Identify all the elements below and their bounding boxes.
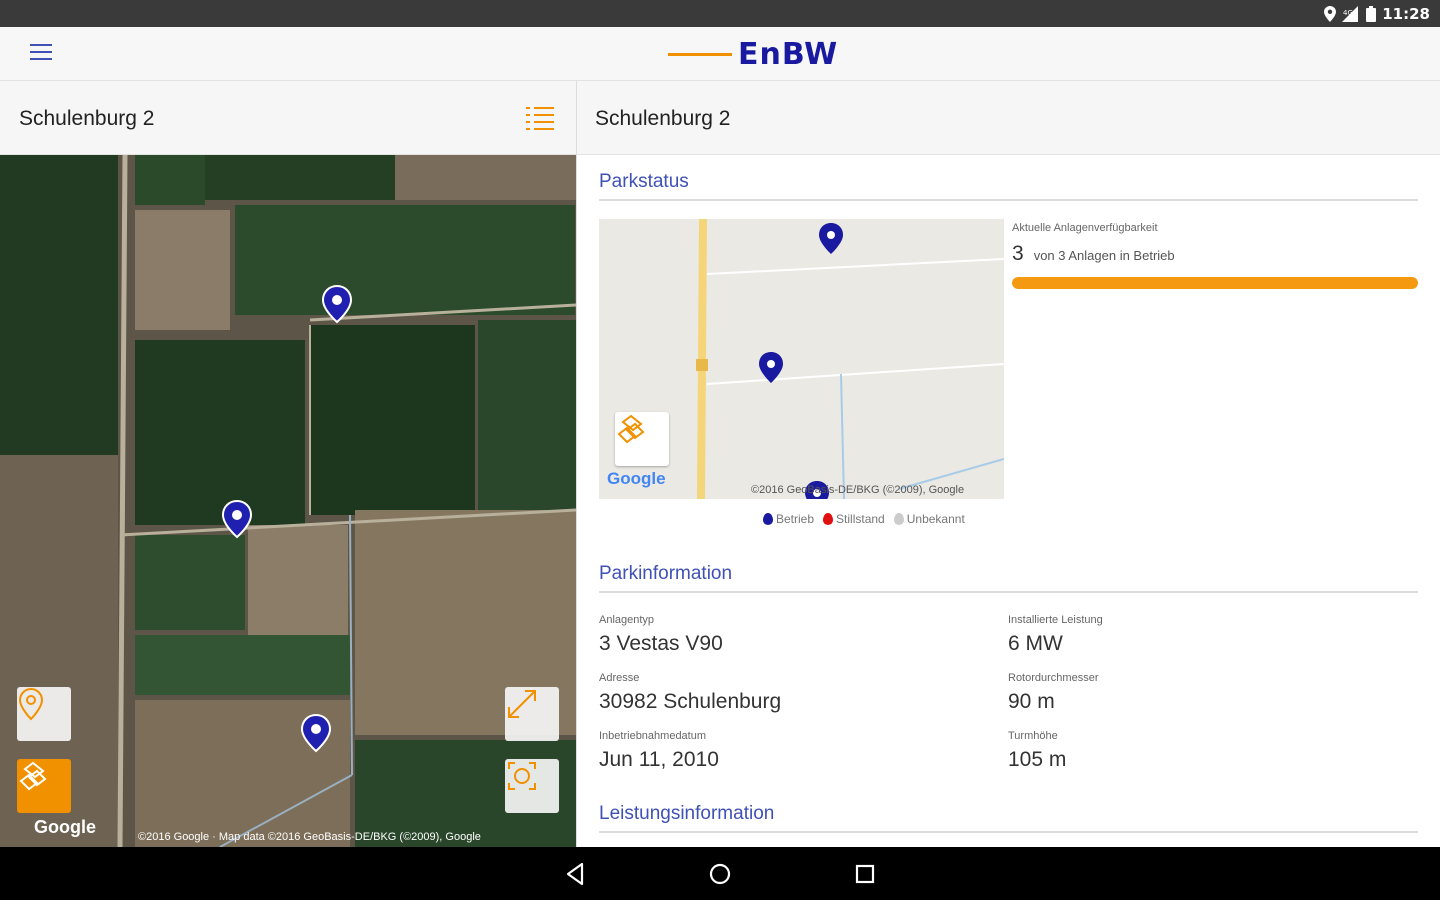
leistungsinformation-rule bbox=[599, 831, 1418, 833]
info-label: Installierte Leistung bbox=[1008, 614, 1103, 626]
brand-text: EnBW bbox=[738, 36, 839, 72]
brand-line bbox=[668, 52, 732, 56]
location-icon bbox=[1324, 5, 1337, 22]
back-icon[interactable] bbox=[562, 860, 590, 888]
fullscreen-button[interactable] bbox=[505, 687, 559, 741]
map-pane: Schulenburg 2 Google ©2016 Google · Map … bbox=[0, 81, 576, 847]
layers-icon bbox=[617, 414, 645, 444]
recenter-icon bbox=[508, 762, 536, 790]
parkinformation-rule bbox=[599, 591, 1418, 593]
info-value: Jun 11, 2010 bbox=[599, 748, 719, 771]
google-logo: Google bbox=[607, 469, 666, 488]
info-value: 90 m bbox=[1008, 690, 1055, 713]
legend-label: Unbekannt bbox=[906, 512, 965, 526]
app-bar: EnBW bbox=[0, 27, 1440, 81]
info-rotordurchmesser: Rotordurchmesser 90 m bbox=[1008, 672, 1098, 714]
details-pane-title: Schulenburg 2 bbox=[595, 107, 731, 130]
availability-line: 3 von 3 Anlagen in Betrieb bbox=[1012, 242, 1175, 266]
google-logo: Google bbox=[34, 817, 96, 837]
legend-item-unbekannt: Unbekannt bbox=[893, 512, 965, 526]
availability-label: Aktuelle Anlagenverfügbarkeit bbox=[1012, 222, 1158, 234]
info-adresse: Adresse 30982 Schulenburg bbox=[599, 672, 781, 714]
legend-item-betrieb: Betrieb bbox=[763, 512, 814, 526]
info-label: Turmhöhe bbox=[1008, 730, 1058, 742]
info-turmhoehe: Turmhöhe 105 m bbox=[1008, 730, 1066, 772]
satellite-imagery bbox=[0, 155, 576, 847]
availability-text: von 3 Anlagen in Betrieb bbox=[1033, 248, 1175, 263]
expand-icon bbox=[508, 690, 536, 718]
info-label: Anlagentyp bbox=[599, 614, 655, 626]
info-value: 6 MW bbox=[1008, 632, 1063, 655]
availability-progress-fill bbox=[1012, 277, 1418, 289]
info-label: Adresse bbox=[599, 672, 640, 684]
home-icon[interactable] bbox=[706, 860, 734, 888]
legend-item-stillstand: Stillstand bbox=[823, 512, 885, 526]
status-icons: 4G 11:28 bbox=[1324, 4, 1430, 23]
recents-icon[interactable] bbox=[851, 860, 879, 888]
navigation-bar bbox=[0, 847, 1440, 900]
status-time: 11:28 bbox=[1382, 4, 1430, 23]
info-label: Rotordurchmesser bbox=[1008, 672, 1099, 684]
mini-map-layer-button[interactable] bbox=[615, 412, 669, 466]
availability-count: 3 bbox=[1012, 242, 1024, 265]
legend-label: Betrieb bbox=[776, 512, 815, 526]
recenter-button[interactable] bbox=[505, 759, 559, 813]
info-value: 105 m bbox=[1008, 748, 1067, 771]
list-icon[interactable] bbox=[526, 105, 554, 131]
brand-logo: EnBW bbox=[668, 36, 839, 72]
parkinformation-heading: Parkinformation bbox=[599, 563, 733, 584]
map-pane-title: Schulenburg 2 bbox=[19, 107, 155, 130]
info-anlagentyp: Anlagentyp 3 Vestas V90 bbox=[599, 614, 723, 656]
info-label: Inbetriebnahmedatum bbox=[599, 730, 707, 742]
satellite-map[interactable]: Google ©2016 Google · Map data ©2016 Geo… bbox=[0, 155, 576, 847]
hamburger-menu-icon[interactable] bbox=[30, 44, 52, 62]
leistungsinformation-heading: Leistungsinformation bbox=[599, 803, 775, 824]
info-value: 30982 Schulenburg bbox=[599, 690, 782, 713]
legend-label: Stillstand bbox=[836, 512, 885, 526]
parkstatus-heading: Parkstatus bbox=[599, 171, 689, 192]
info-value: 3 Vestas V90 bbox=[599, 632, 723, 655]
svg-text:4G: 4G bbox=[1343, 9, 1353, 17]
map-layer-button[interactable] bbox=[17, 759, 71, 813]
park-mini-map[interactable]: Google ©2016 GeoBasis-DE/BKG (©2009), Go… bbox=[599, 219, 1004, 499]
parkstatus-rule bbox=[599, 199, 1418, 201]
map-pane-header: Schulenburg 2 bbox=[0, 81, 576, 155]
mini-map-credit: ©2016 GeoBasis-DE/BKG (©2009), Google bbox=[751, 484, 965, 496]
map-credit: ©2016 Google · Map data ©2016 GeoBasis-D… bbox=[138, 831, 481, 843]
my-location-button[interactable] bbox=[17, 687, 71, 741]
battery-icon bbox=[1366, 5, 1377, 22]
info-installierte-leistung: Installierte Leistung 6 MW bbox=[1008, 614, 1103, 656]
info-inbetriebnahmedatum: Inbetriebnahmedatum Jun 11, 2010 bbox=[599, 730, 719, 772]
status-bar: 4G 11:28 bbox=[0, 0, 1440, 27]
layers-icon bbox=[19, 761, 47, 791]
legend-pin-icon bbox=[763, 513, 773, 525]
details-pane-header: Schulenburg 2 bbox=[577, 81, 1440, 155]
legend-pin-icon bbox=[893, 513, 904, 525]
legend-pin-icon bbox=[823, 513, 834, 525]
signal-icon: 4G bbox=[1342, 5, 1359, 22]
availability-progress bbox=[1012, 277, 1418, 289]
details-pane: Schulenburg 2 Parkstatus Google ©2016 Ge… bbox=[577, 81, 1440, 847]
location-pin-icon bbox=[18, 687, 44, 721]
map-legend: Betrieb Stillstand Unbekannt bbox=[763, 512, 965, 526]
